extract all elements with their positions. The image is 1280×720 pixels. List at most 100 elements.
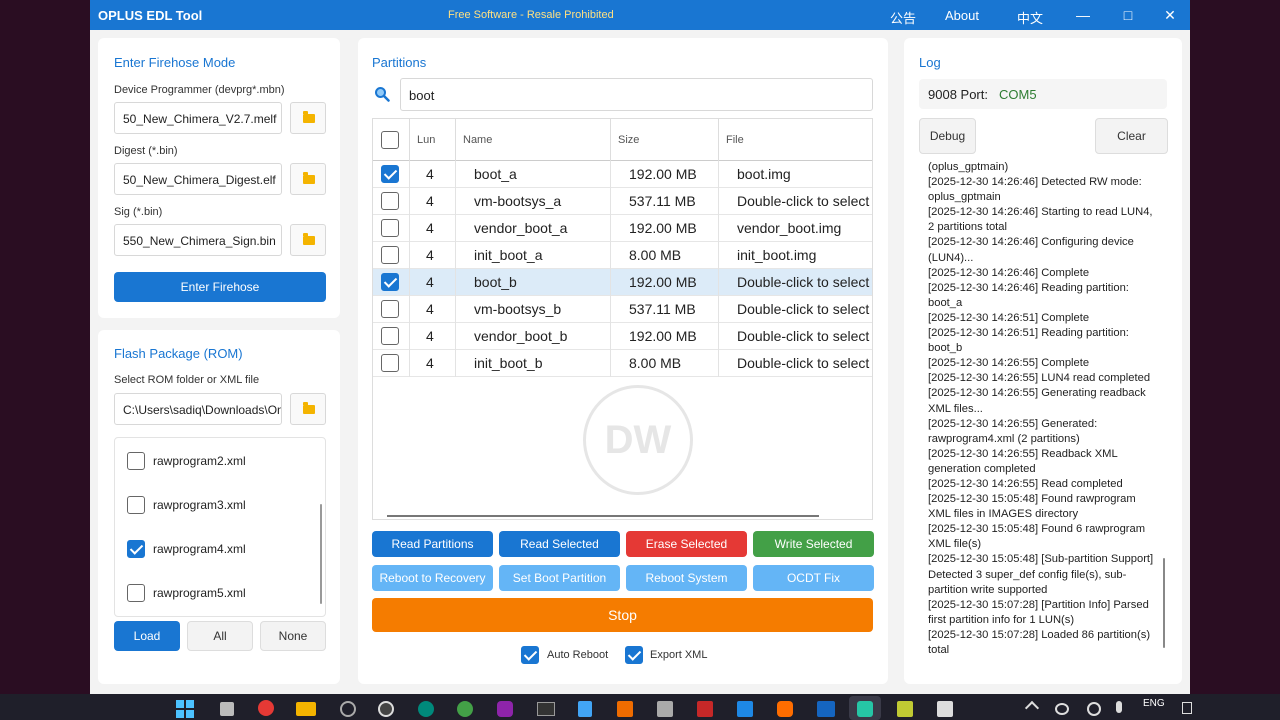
table-row[interactable]: 4 boot_b 192.00 MB Double-click to select <box>373 269 872 296</box>
column-name[interactable]: Name <box>463 134 492 146</box>
row-checkbox[interactable] <box>381 327 399 345</box>
sig-browse-button[interactable] <box>290 224 326 256</box>
clear-log-button[interactable]: Clear <box>1095 118 1168 154</box>
table-row[interactable]: 4 vendor_boot_b 192.00 MB Double-click to s… <box>373 323 872 350</box>
column-divider <box>718 269 719 296</box>
chevron-up-icon[interactable] <box>1024 700 1040 716</box>
chrome-icon[interactable] <box>258 700 274 716</box>
select-all-button[interactable]: All <box>187 621 253 651</box>
row-file[interactable]: Double-click to select <box>737 355 869 371</box>
debug-button[interactable]: Debug <box>919 118 976 154</box>
list-item[interactable]: rawprogram3.xml <box>115 482 315 526</box>
column-file[interactable]: File <box>726 134 744 146</box>
select-all-checkbox[interactable] <box>381 131 399 149</box>
list-scrollbar[interactable] <box>320 504 322 604</box>
rom-path-field[interactable]: C:\Users\sadiq\Downloads\OnePlus <box>114 393 282 425</box>
programmer-field[interactable]: 50_New_Chimera_V2.7.melf <box>114 102 282 134</box>
row-file[interactable]: Double-click to select <box>737 301 869 317</box>
ocdt-fix-button[interactable]: OCDT Fix <box>753 565 874 591</box>
digest-field[interactable]: 50_New_Chimera_Digest.elf <box>114 163 282 195</box>
app-icon[interactable] <box>340 701 356 717</box>
row-checkbox[interactable] <box>381 273 399 291</box>
app-icon[interactable] <box>657 701 673 717</box>
app-icon[interactable] <box>617 701 633 717</box>
rom-browse-button[interactable] <box>290 393 326 425</box>
row-checkbox[interactable] <box>381 354 399 372</box>
maximize-button[interactable]: □ <box>1113 5 1143 25</box>
list-item[interactable]: rawprogram5.xml <box>115 570 315 614</box>
row-file[interactable]: boot.img <box>737 166 791 182</box>
onedrive-icon[interactable] <box>1055 703 1069 715</box>
read-selected-button[interactable]: Read Selected <box>499 531 620 557</box>
announcement-menu[interactable]: 公告 <box>890 8 916 27</box>
row-file[interactable]: Double-click to select <box>737 193 869 209</box>
read-partitions-button[interactable]: Read Partitions <box>372 531 493 557</box>
app-icon[interactable] <box>817 701 835 717</box>
table-row[interactable]: 4 boot_a 192.00 MB boot.img <box>373 161 872 188</box>
file-explorer-icon[interactable] <box>296 702 316 716</box>
table-horizontal-scrollbar[interactable] <box>387 515 819 517</box>
column-size[interactable]: Size <box>618 134 639 146</box>
row-checkbox[interactable] <box>381 246 399 264</box>
table-row[interactable]: 4 vendor_boot_a 192.00 MB vendor_boot.img <box>373 215 872 242</box>
reboot-system-button[interactable]: Reboot System <box>626 565 747 591</box>
language-menu[interactable]: 中文 <box>1017 8 1043 27</box>
about-menu[interactable]: About <box>945 8 979 23</box>
language-indicator[interactable]: ENG <box>1143 698 1165 709</box>
table-row[interactable]: 4 init_boot_a 8.00 MB init_boot.img <box>373 242 872 269</box>
row-file[interactable]: Double-click to select <box>737 328 869 344</box>
app-icon[interactable] <box>418 701 434 717</box>
row-checkbox[interactable] <box>381 165 399 183</box>
file-checkbox[interactable] <box>127 584 145 602</box>
auto-reboot-checkbox[interactable] <box>521 646 539 664</box>
row-file[interactable]: Double-click to select <box>737 274 869 290</box>
row-checkbox[interactable] <box>381 219 399 237</box>
column-lun[interactable]: Lun <box>417 134 435 146</box>
sync-icon[interactable] <box>1087 702 1101 716</box>
gmail-icon[interactable] <box>697 701 713 717</box>
microphone-icon[interactable] <box>1116 701 1122 713</box>
stop-button[interactable]: Stop <box>372 598 873 632</box>
edl-tool-icon[interactable] <box>857 701 873 717</box>
app-icon[interactable] <box>897 701 913 717</box>
close-button[interactable]: ✕ <box>1155 5 1185 25</box>
app-icon[interactable] <box>937 701 953 717</box>
row-lun: 4 <box>426 301 434 317</box>
notepad-icon[interactable] <box>578 701 592 717</box>
terminal-icon[interactable] <box>537 702 555 716</box>
obs-icon[interactable] <box>378 701 394 717</box>
table-row[interactable]: 4 vm-bootsys_a 537.11 MB Double-click to se… <box>373 188 872 215</box>
sig-field[interactable]: 550_New_Chimera_Sign.bin <box>114 224 282 256</box>
set-boot-partition-button[interactable]: Set Boot Partition <box>499 565 620 591</box>
list-item[interactable]: rawprogram2.xml <box>115 438 315 482</box>
enter-firehose-button[interactable]: Enter Firehose <box>114 272 326 302</box>
minimize-button[interactable]: — <box>1068 5 1098 25</box>
app-icon[interactable] <box>737 701 753 717</box>
app-icon[interactable] <box>497 701 513 717</box>
xbox-icon[interactable] <box>457 701 473 717</box>
select-none-button[interactable]: None <box>260 621 326 651</box>
log-scrollbar[interactable] <box>1163 558 1165 648</box>
list-item[interactable]: rawprogram4.xml <box>115 526 315 570</box>
file-checkbox[interactable] <box>127 496 145 514</box>
notification-icon[interactable] <box>1182 702 1192 714</box>
table-row[interactable]: 4 init_boot_b 8.00 MB Double-click to selec… <box>373 350 872 377</box>
row-file[interactable]: vendor_boot.img <box>737 220 841 236</box>
programmer-browse-button[interactable] <box>290 102 326 134</box>
windows-start-icon[interactable] <box>176 700 194 718</box>
file-checkbox[interactable] <box>127 540 145 558</box>
reboot-recovery-button[interactable]: Reboot to Recovery <box>372 565 493 591</box>
partition-search-input[interactable]: boot <box>400 78 873 111</box>
mi-icon[interactable] <box>777 701 793 717</box>
row-file[interactable]: init_boot.img <box>737 247 816 263</box>
task-view-icon[interactable] <box>220 702 234 716</box>
table-row[interactable]: 4 vm-bootsys_b 537.11 MB Double-click to se… <box>373 296 872 323</box>
file-checkbox[interactable] <box>127 452 145 470</box>
digest-browse-button[interactable] <box>290 163 326 195</box>
row-checkbox[interactable] <box>381 300 399 318</box>
load-button[interactable]: Load <box>114 621 180 651</box>
export-xml-checkbox[interactable] <box>625 646 643 664</box>
write-selected-button[interactable]: Write Selected <box>753 531 874 557</box>
erase-selected-button[interactable]: Erase Selected <box>626 531 747 557</box>
row-checkbox[interactable] <box>381 192 399 210</box>
